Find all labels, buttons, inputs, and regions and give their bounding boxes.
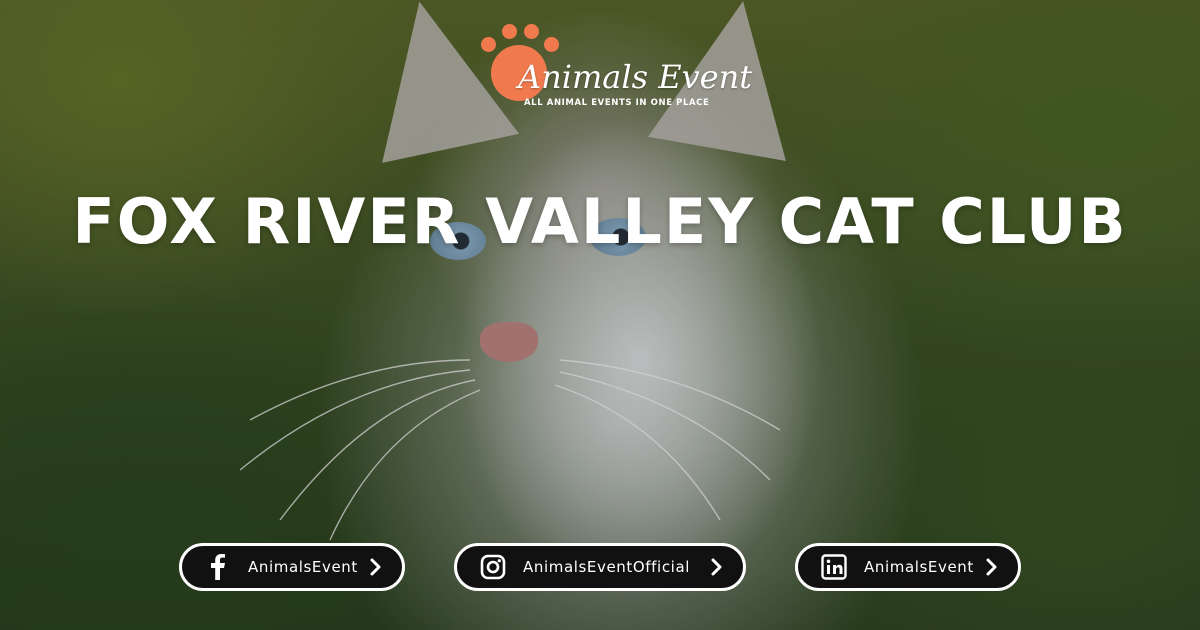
chevron-right-icon bbox=[368, 557, 384, 577]
instagram-label: AnimalsEventOfficial bbox=[523, 558, 691, 576]
page-title: FOX RIVER VALLEY CAT CLUB bbox=[72, 185, 1128, 258]
paw-toe bbox=[544, 37, 559, 52]
facebook-icon bbox=[204, 553, 232, 581]
animals-event-logo: Animals Event ALL ANIMAL EVENTS IN ONE P… bbox=[478, 20, 753, 120]
chevron-right-icon bbox=[984, 557, 1000, 577]
linkedin-icon bbox=[820, 553, 848, 581]
instagram-icon bbox=[479, 553, 507, 581]
logo-tagline: ALL ANIMAL EVENTS IN ONE PLACE bbox=[524, 98, 710, 108]
logo-name: Animals Event bbox=[518, 58, 753, 96]
linkedin-label: AnimalsEvent bbox=[864, 558, 974, 576]
linkedin-link-button[interactable]: AnimalsEvent bbox=[795, 543, 1021, 591]
paw-toe bbox=[524, 24, 539, 39]
paw-toe bbox=[481, 37, 496, 52]
chevron-right-icon bbox=[709, 557, 725, 577]
facebook-link-button[interactable]: AnimalsEvent bbox=[179, 543, 405, 591]
facebook-label: AnimalsEvent bbox=[248, 558, 358, 576]
paw-toe bbox=[502, 24, 517, 39]
instagram-link-button[interactable]: AnimalsEventOfficial bbox=[454, 543, 746, 591]
